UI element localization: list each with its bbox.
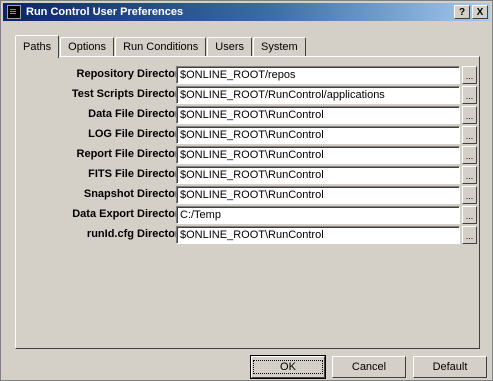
log-file-directory-input[interactable]: $ONLINE_ROOT\RunControl <box>176 126 460 144</box>
log-file-directory-browse-button[interactable]: ... <box>462 126 477 144</box>
fits-file-directory-browse-button[interactable]: ... <box>462 166 477 184</box>
data-export-directory-input[interactable]: C:/Temp <box>176 206 460 224</box>
ok-button-label: OK <box>253 360 323 374</box>
app-icon <box>7 5 21 19</box>
runid-cfg-directory-input[interactable]: $ONLINE_ROOT\RunControl <box>176 226 460 244</box>
repository-directory-browse-button[interactable]: ... <box>462 66 477 84</box>
data-file-directory-label: Data File Directory: <box>88 108 189 120</box>
repository-directory-label: Repository Directory: <box>76 68 189 80</box>
data-file-directory-row: Data File Directory: $ONLINE_ROOT\RunCon… <box>16 106 481 124</box>
tab-run-conditions[interactable]: Run Conditions <box>115 37 207 57</box>
tab-users[interactable]: Users <box>207 37 253 57</box>
snapshot-directory-label: Snapshot Directory: <box>83 188 189 200</box>
tab-system[interactable]: System <box>253 37 306 57</box>
snapshot-directory-input[interactable]: $ONLINE_ROOT\RunControl <box>176 186 460 204</box>
repository-directory-row: Repository Directory: $ONLINE_ROOT/repos… <box>16 66 481 84</box>
data-export-directory-label: Data Export Directory: <box>72 208 189 220</box>
ok-button[interactable]: OK <box>250 355 326 379</box>
repository-directory-input[interactable]: $ONLINE_ROOT/repos <box>176 66 460 84</box>
default-button[interactable]: Default <box>413 356 487 378</box>
test-scripts-directory-input[interactable]: $ONLINE_ROOT/RunControl/applications <box>176 86 460 104</box>
report-file-directory-input[interactable]: $ONLINE_ROOT\RunControl <box>176 146 460 164</box>
tab-strip: Paths Options Run Conditions Users Syste… <box>15 35 307 58</box>
tab-options[interactable]: Options <box>60 37 115 57</box>
title-bar[interactable]: Run Control User Preferences ? X <box>3 3 490 21</box>
log-file-directory-label: LOG File Directory: <box>88 128 189 140</box>
help-button[interactable]: ? <box>454 5 470 19</box>
report-file-directory-browse-button[interactable]: ... <box>462 146 477 164</box>
test-scripts-directory-row: Test Scripts Directory: $ONLINE_ROOT/Run… <box>16 86 481 104</box>
runid-cfg-directory-browse-button[interactable]: ... <box>462 226 477 244</box>
tab-paths[interactable]: Paths <box>15 35 60 58</box>
runid-cfg-directory-row: runId.cfg Directory: $ONLINE_ROOT\RunCon… <box>16 226 481 244</box>
window-title: Run Control User Preferences <box>26 6 184 18</box>
test-scripts-directory-label: Test Scripts Directory: <box>71 88 189 100</box>
test-scripts-directory-browse-button[interactable]: ... <box>462 86 477 104</box>
report-file-directory-row: Report File Directory: $ONLINE_ROOT\RunC… <box>16 146 481 164</box>
report-file-directory-label: Report File Directory: <box>76 148 189 160</box>
data-file-directory-browse-button[interactable]: ... <box>462 106 477 124</box>
log-file-directory-row: LOG File Directory: $ONLINE_ROOT\RunCont… <box>16 126 481 144</box>
close-button[interactable]: X <box>472 5 488 19</box>
cancel-button[interactable]: Cancel <box>332 356 406 378</box>
runid-cfg-directory-label: runId.cfg Directory: <box>86 228 189 240</box>
fits-file-directory-row: FITS File Directory: $ONLINE_ROOT\RunCon… <box>16 166 481 184</box>
data-export-directory-browse-button[interactable]: ... <box>462 206 477 224</box>
snapshot-directory-row: Snapshot Directory: $ONLINE_ROOT\RunCont… <box>16 186 481 204</box>
data-export-directory-row: Data Export Directory: C:/Temp ... <box>16 206 481 224</box>
paths-panel: Repository Directory: $ONLINE_ROOT/repos… <box>15 56 480 349</box>
fits-file-directory-label: FITS File Directory: <box>88 168 189 180</box>
data-file-directory-input[interactable]: $ONLINE_ROOT\RunControl <box>176 106 460 124</box>
preferences-dialog: Run Control User Preferences ? X Paths O… <box>0 0 493 381</box>
fits-file-directory-input[interactable]: $ONLINE_ROOT\RunControl <box>176 166 460 184</box>
snapshot-directory-browse-button[interactable]: ... <box>462 186 477 204</box>
